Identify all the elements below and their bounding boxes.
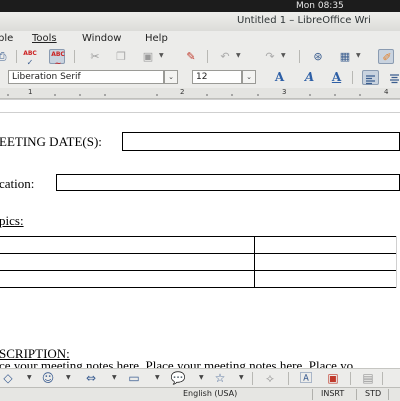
paste-icon[interactable]: ▣: [140, 49, 156, 64]
align-left-icon[interactable]: [362, 70, 379, 85]
table-column-divider: [254, 236, 255, 288]
toolbar-separator: [350, 372, 351, 385]
insert-mode-status[interactable]: INSRT: [321, 388, 344, 401]
header-divider: [0, 99, 400, 100]
show-draw-functions-icon[interactable]: ✐: [378, 49, 394, 64]
ruler-number: 1: [28, 88, 33, 96]
bold-icon[interactable]: A: [271, 70, 288, 85]
extrusion-icon[interactable]: ▤: [360, 371, 376, 385]
block-arrow-icon[interactable]: ⇔: [83, 371, 99, 385]
table-row[interactable]: [0, 236, 396, 237]
italic-icon[interactable]: A: [301, 70, 318, 85]
print-icon[interactable]: ⎙: [0, 49, 10, 64]
status-divider: [388, 389, 389, 400]
table-icon[interactable]: ▦: [337, 49, 353, 64]
points-icon[interactable]: ⟡: [262, 371, 278, 385]
from-file-icon[interactable]: ▣: [325, 371, 341, 385]
table-row: [0, 287, 396, 288]
window-title: Untitled 1 – LibreOffice Wri: [237, 15, 371, 26]
top-panel: Mon 08:35: [0, 0, 400, 12]
chevron-down-icon[interactable]: ▼: [356, 52, 361, 59]
table-row[interactable]: [0, 253, 396, 254]
drawing-toolbar: ◇ ▼ ☺ ▼ ⇔ ▼ ▭ ▼ 💬 ▼ ☆ ▼ ⟡ 🄰 ▣ ▤: [0, 368, 400, 388]
menu-bar: ble Tools Window Help: [0, 31, 400, 46]
diamond-shape-icon[interactable]: ◇: [0, 371, 16, 385]
status-bar: English (USA) INSRT STD: [0, 387, 400, 401]
spellcheck-icon[interactable]: ABC ✓: [22, 49, 38, 67]
chevron-down-icon[interactable]: ▼: [236, 52, 241, 59]
chevron-down-icon[interactable]: ⌄: [242, 70, 256, 84]
clone-formatting-icon[interactable]: ✎: [183, 49, 199, 64]
underline-icon[interactable]: A: [328, 70, 345, 85]
toolbar-separator: [352, 71, 353, 84]
align-center-icon[interactable]: [387, 70, 400, 85]
location-label: cation:: [0, 176, 35, 191]
toolbar-separator: [382, 372, 383, 385]
selection-mode-status[interactable]: STD: [365, 388, 381, 401]
font-size-box[interactable]: 12: [192, 70, 242, 84]
chevron-down-icon[interactable]: ▼: [239, 374, 244, 381]
formatting-toolbar: Liberation Serif ⌄ 12 ⌄ A A A: [0, 67, 400, 88]
fontwork-icon[interactable]: 🄰: [298, 371, 314, 385]
toolbar-separator: [288, 372, 289, 385]
chevron-down-icon[interactable]: ▼: [66, 374, 71, 381]
chevron-down-icon[interactable]: ▼: [155, 374, 160, 381]
toolbar-separator: [252, 372, 253, 385]
menu-help[interactable]: Help: [145, 33, 168, 44]
header-divider: [0, 112, 400, 113]
callout-icon[interactable]: 💬: [170, 371, 186, 385]
toolbar-separator: [207, 50, 208, 63]
chevron-down-icon[interactable]: ▼: [112, 374, 117, 381]
menu-window[interactable]: Window: [82, 33, 121, 44]
toolbar-separator: [299, 50, 300, 63]
menu-table[interactable]: ble: [0, 33, 13, 44]
ruler-number: 4: [384, 88, 389, 96]
table-column-divider: [396, 236, 397, 288]
chevron-down-icon[interactable]: ⌄: [164, 70, 178, 84]
chevron-down-icon[interactable]: ▼: [159, 52, 164, 59]
chevron-down-icon[interactable]: ▼: [27, 374, 32, 381]
copy-icon[interactable]: ❐: [113, 49, 129, 64]
autospellcheck-icon[interactable]: ABC ~: [49, 49, 65, 68]
horizontal-ruler[interactable]: 1 2 3 4: [0, 88, 400, 99]
topics-label: pics:: [0, 213, 24, 228]
smiley-shape-icon[interactable]: ☺: [40, 371, 56, 385]
font-name-box[interactable]: Liberation Serif: [8, 70, 164, 84]
window-titlebar[interactable]: Untitled 1 – LibreOffice Wri: [0, 12, 400, 32]
hyperlink-icon[interactable]: ⊛: [310, 49, 326, 64]
table-row[interactable]: [0, 270, 396, 271]
status-divider: [312, 389, 313, 400]
toolbar-separator: [16, 50, 17, 63]
document-page[interactable]: EETING DATE(S): cation: pics: SCRIPTION:…: [0, 99, 400, 368]
status-divider: [356, 389, 357, 400]
ruler-number: 3: [282, 88, 287, 96]
description-text[interactable]: ce your meeting notes here. Place your m…: [0, 358, 353, 368]
standard-toolbar: ⎙ ABC ✓ ABC ~ ✂ ❐ ▣ ▼ ✎ ↶ ▼ ↷ ▼ ⊛ ▦ ▼ ✐: [0, 46, 400, 68]
menu-tools[interactable]: Tools: [32, 33, 57, 44]
star-icon[interactable]: ☆: [212, 371, 228, 385]
ruler-number: 2: [180, 88, 185, 96]
chevron-down-icon[interactable]: ▼: [199, 374, 204, 381]
redo-icon[interactable]: ↷: [262, 49, 278, 64]
meeting-date-label: EETING DATE(S):: [0, 134, 102, 149]
cut-icon[interactable]: ✂: [87, 49, 103, 64]
language-status[interactable]: English (USA): [183, 388, 237, 401]
flowchart-icon[interactable]: ▭: [126, 371, 142, 385]
clock[interactable]: Mon 08:35: [296, 0, 344, 12]
chevron-down-icon[interactable]: ▼: [281, 52, 286, 59]
meeting-date-field[interactable]: [122, 132, 400, 151]
undo-icon[interactable]: ↶: [217, 49, 233, 64]
toolbar-separator: [74, 50, 75, 63]
location-field[interactable]: [56, 174, 400, 191]
